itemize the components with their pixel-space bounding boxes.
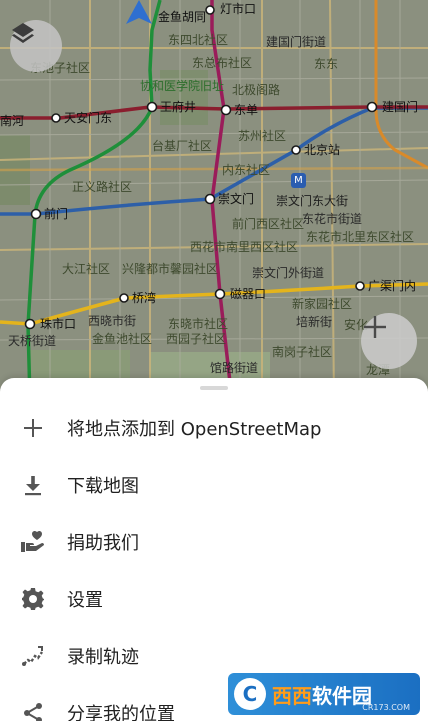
track-record-icon xyxy=(20,643,46,669)
district-label: 兴隆都市馨园社区 xyxy=(122,262,219,276)
station-label: 东单 xyxy=(234,103,259,117)
district-label: 建国门街道 xyxy=(266,35,327,49)
station-label: 王府井 xyxy=(160,100,197,114)
street-label: 馆路街道 xyxy=(210,361,259,375)
drag-handle[interactable] xyxy=(200,386,228,390)
menu-item-donate[interactable]: 捐助我们 xyxy=(0,513,428,570)
zoom-in-button[interactable] xyxy=(361,313,417,369)
station-label: 金鱼胡同 xyxy=(158,10,207,24)
plus-icon xyxy=(20,415,46,441)
district-label: 东总布社区 xyxy=(192,56,253,70)
map-view[interactable]: 金鱼胡同 灯市口 东四北社区 建国门街道 东总布社区 东东 东池子社区 协和医学… xyxy=(0,0,428,400)
station-label: 南河 xyxy=(0,114,25,128)
station-label: 北京站 xyxy=(304,143,341,157)
station-label: 前门 xyxy=(44,207,69,221)
district-label: 正义路社区 xyxy=(72,180,133,194)
gear-icon xyxy=(20,586,46,612)
street-label: 崇文门东大街 xyxy=(276,194,349,208)
landmark-label: 协和医学院旧址 xyxy=(140,79,225,93)
station-label: 广渠门内 xyxy=(368,279,417,293)
layers-button[interactable] xyxy=(10,20,62,72)
district-label: 西园子社区 xyxy=(166,332,227,346)
district-label: 崇文门外街道 xyxy=(252,266,325,280)
street-label: 天桥街道 xyxy=(8,334,57,348)
menu-item-add-place[interactable]: 将地点添加到 OpenStreetMap xyxy=(0,399,428,456)
station-label: 珠市口 xyxy=(40,317,77,331)
donate-heart-hand-icon xyxy=(20,529,46,555)
district-label: 东四北社区 xyxy=(168,33,229,47)
menu-item-label: 设置 xyxy=(67,589,103,611)
menu-item-download-maps[interactable]: 下载地图 xyxy=(0,456,428,513)
street-label: 北极阁路 xyxy=(232,83,281,97)
metro-station-icon: M xyxy=(291,173,306,188)
menu-item-label: 分享我的位置 xyxy=(67,703,175,721)
download-icon xyxy=(20,472,46,498)
district-label: 东东 xyxy=(314,57,339,71)
watermark-text: 西西软件园 xyxy=(272,680,372,709)
station-label: 天安门东 xyxy=(64,111,113,125)
watermark-text-a: 西西 xyxy=(272,683,312,708)
district-label: 新家园社区 xyxy=(292,297,353,311)
district-label: 东花市街道 xyxy=(302,212,363,226)
station-label: 崇文门 xyxy=(218,192,255,206)
station-label: 磁器口 xyxy=(230,287,267,301)
station-label: 建国门 xyxy=(382,100,419,114)
menu-item-settings[interactable]: 设置 xyxy=(0,570,428,627)
share-icon xyxy=(20,700,46,721)
station-label: 桥湾 xyxy=(132,291,157,305)
bottom-sheet-menu: 将地点添加到 OpenStreetMap 下载地图 捐助我们 设置 录制轨迹 分… xyxy=(0,378,428,721)
district-label: 台基厂社区 xyxy=(152,139,213,153)
district-label: 苏州社区 xyxy=(238,129,287,143)
menu-item-label: 捐助我们 xyxy=(67,532,139,554)
district-label: 内东社区 xyxy=(222,163,271,177)
district-label: 金鱼池社区 xyxy=(92,332,153,346)
district-label: 前门西区社区 xyxy=(232,217,305,231)
watermark-logo: C 西西软件园 CR173.COM xyxy=(228,673,420,715)
street-label: 培新街 xyxy=(296,315,333,329)
street-label: 西晓市街 xyxy=(88,314,137,328)
menu-item-label: 录制轨迹 xyxy=(67,646,139,668)
district-label: 东花市北里东区社区 xyxy=(306,230,415,244)
menu-item-label: 下载地图 xyxy=(67,475,139,497)
watermark-sub: CR173.COM xyxy=(362,703,410,712)
district-label: 大江社区 xyxy=(62,262,111,276)
district-label: 南岗子社区 xyxy=(272,345,333,359)
watermark-logo-mark: C xyxy=(234,678,266,710)
district-label: 西花市南里西区社区 xyxy=(190,240,299,254)
menu-item-label: 将地点添加到 OpenStreetMap xyxy=(67,418,322,440)
district-label: 东晓市社区 xyxy=(168,317,229,331)
station-label: 灯市口 xyxy=(220,2,257,16)
